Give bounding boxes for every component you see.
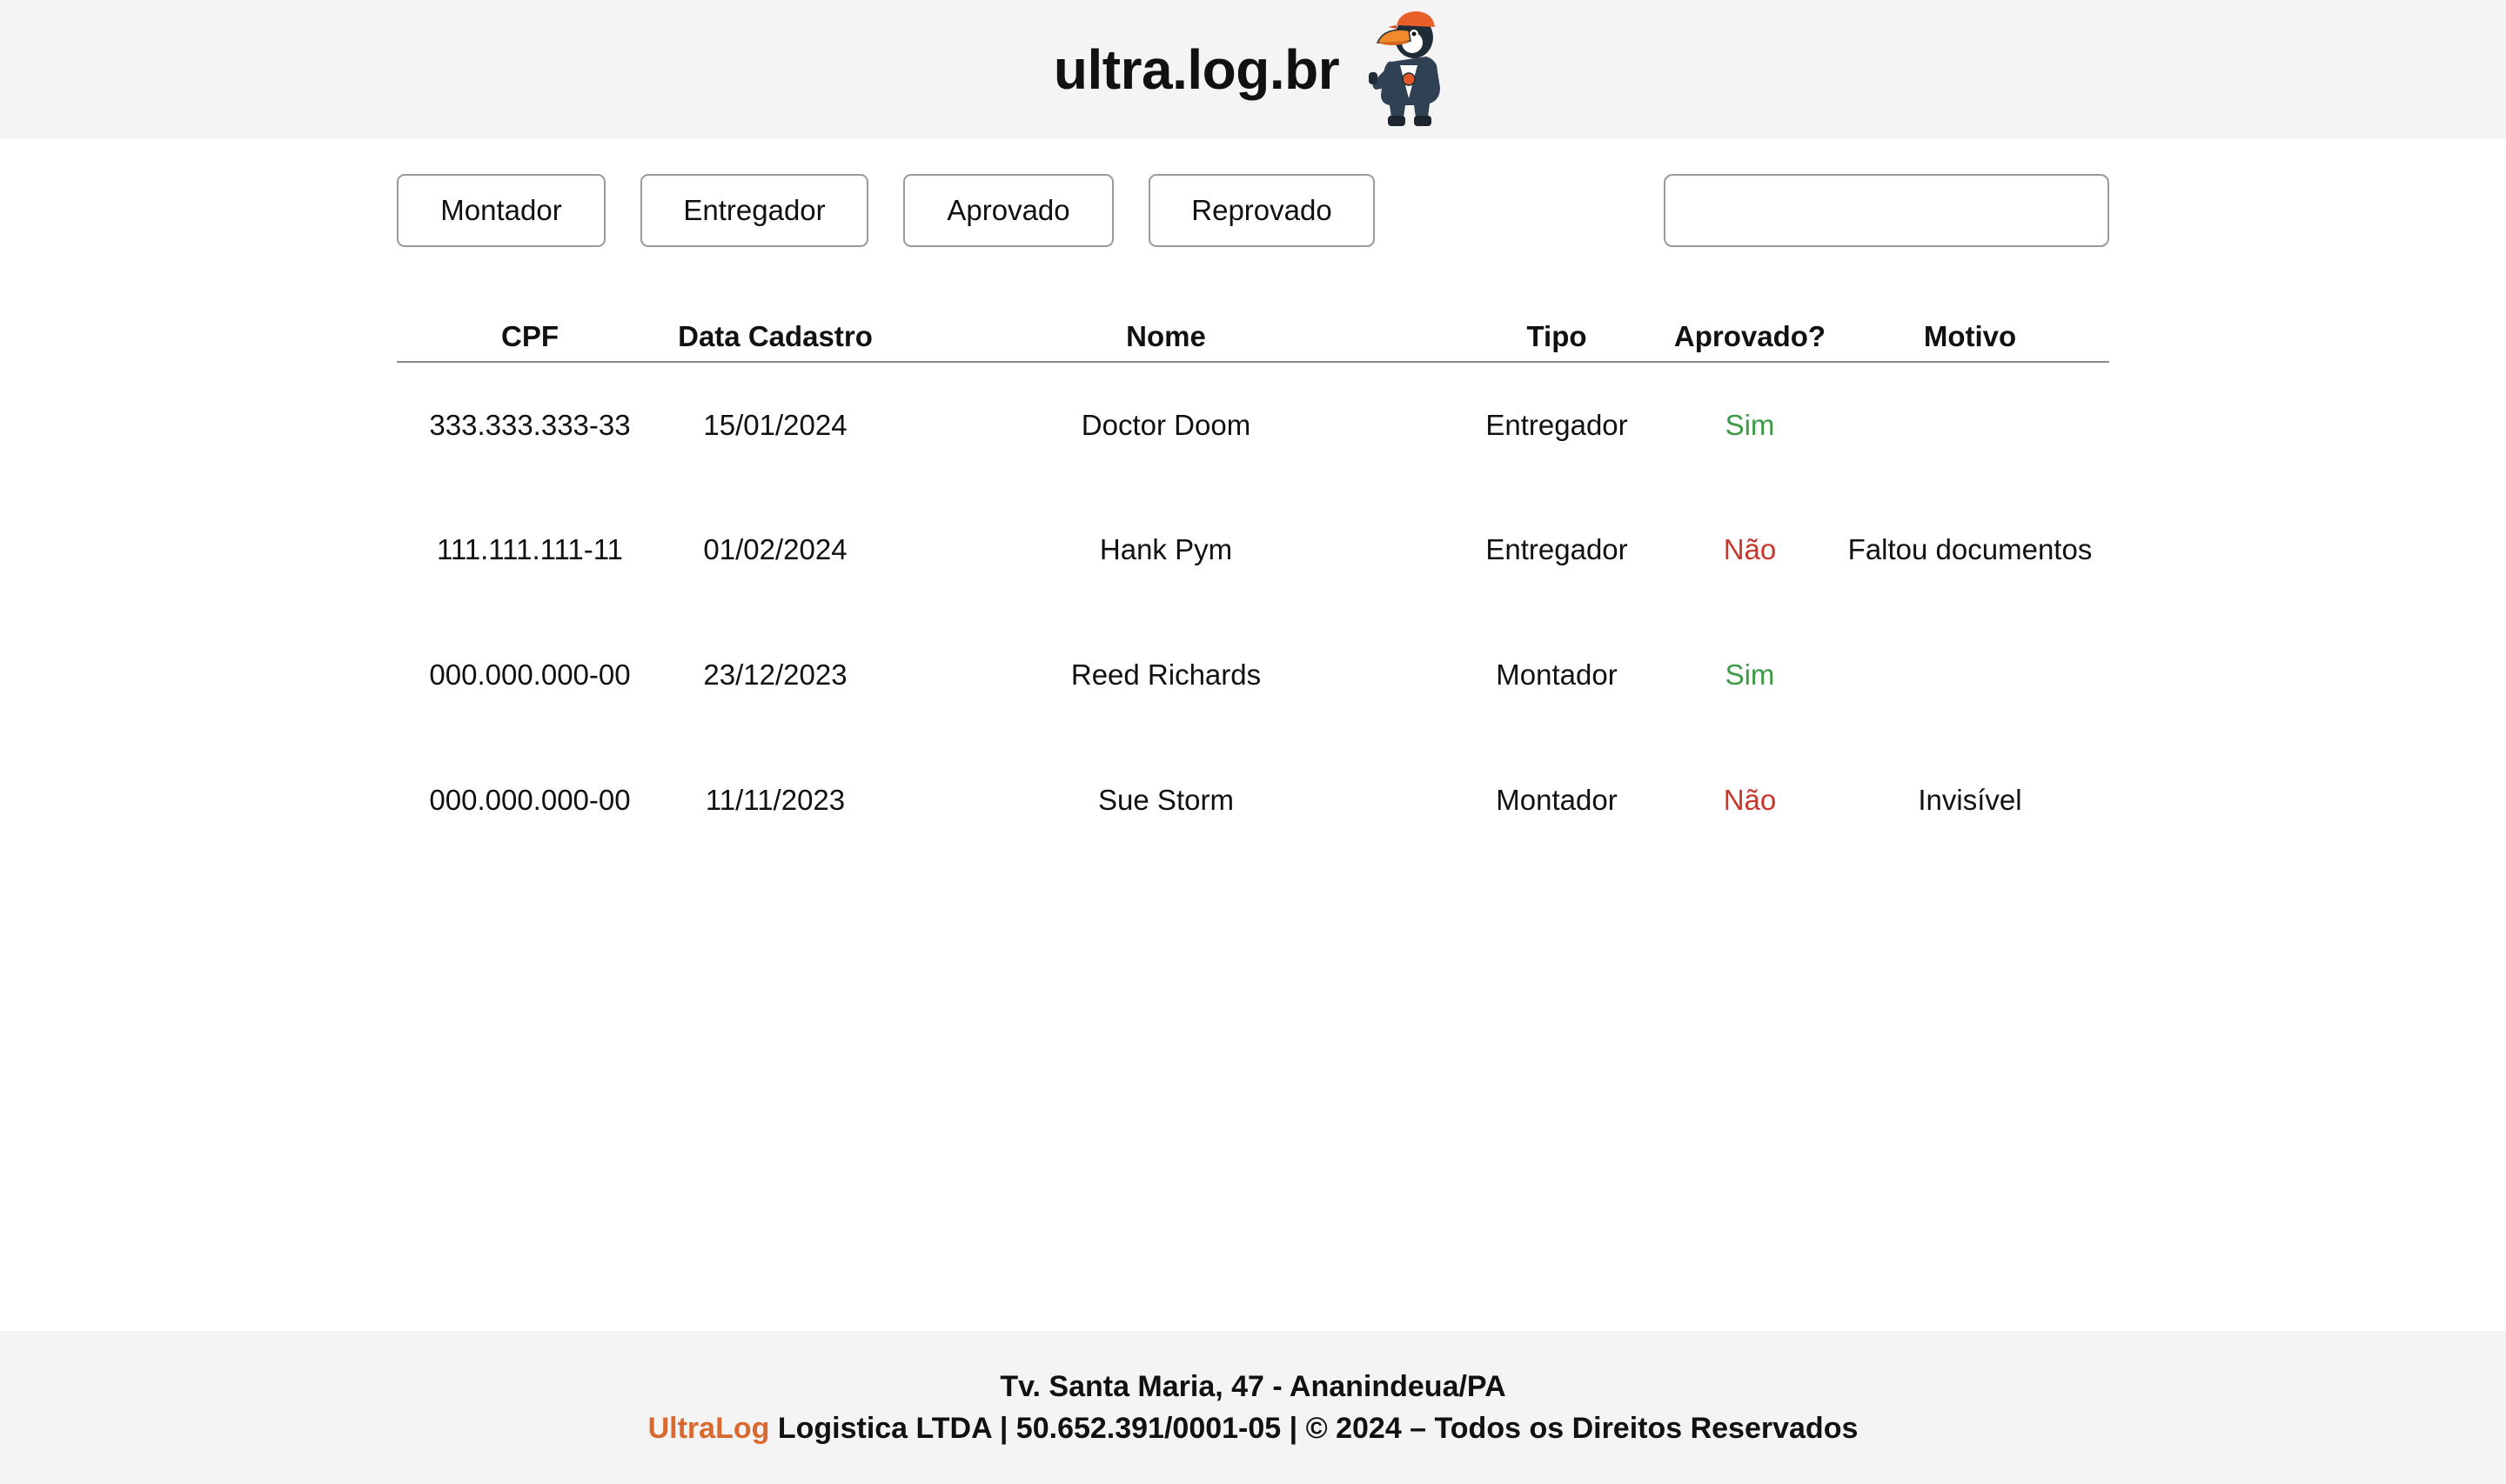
table-row[interactable]: 000.000.000-00 23/12/2023 Reed Richards …: [397, 612, 2109, 738]
footer-legal: Logistica LTDA | 50.652.391/0001-05 | © …: [777, 1412, 1859, 1445]
column-header-cpf[interactable]: CPF: [397, 313, 663, 363]
filter-montador-button[interactable]: Montador: [397, 174, 606, 247]
cell-tipo: Montador: [1496, 658, 1618, 691]
site-header: ultra.log.br: [0, 0, 2506, 139]
cell-data-cadastro: 01/02/2024: [703, 533, 848, 565]
cell-nome: Sue Storm: [1098, 784, 1234, 816]
column-header-nome[interactable]: Nome: [888, 313, 1444, 363]
column-header-aprovado[interactable]: Aprovado?: [1669, 313, 1831, 363]
cell-motivo: [1831, 612, 2109, 738]
table-row[interactable]: 333.333.333-33 15/01/2024 Doctor Doom En…: [397, 362, 2109, 487]
cell-data-cadastro: 11/11/2023: [705, 784, 846, 816]
column-header-tipo[interactable]: Tipo: [1444, 313, 1669, 363]
brand[interactable]: ultra.log.br: [1054, 8, 1452, 131]
filter-entregador-button[interactable]: Entregador: [640, 174, 868, 247]
cell-motivo: Invisível: [1918, 784, 2022, 816]
cell-data-cadastro: 15/01/2024: [703, 408, 848, 441]
cell-aprovado: Não: [1723, 784, 1777, 816]
cell-tipo: Montador: [1496, 784, 1618, 816]
footer-address: Tv. Santa Maria, 47 - Ananindeua/PA: [1000, 1370, 1506, 1403]
cell-motivo: [1831, 362, 2109, 487]
cell-aprovado: Sim: [1725, 408, 1775, 441]
cell-tipo: Entregador: [1485, 408, 1628, 441]
table-row[interactable]: 000.000.000-00 11/11/2023 Sue Storm Mont…: [397, 738, 2109, 863]
column-header-data-cadastro[interactable]: Data Cadastro: [663, 313, 888, 363]
footer-brand: UltraLog: [647, 1412, 770, 1445]
table-row[interactable]: 111.111.111-11 01/02/2024 Hank Pym Entre…: [397, 487, 2109, 612]
cell-motivo: Faltou documentos: [1847, 533, 2093, 565]
cell-cpf: 111.111.111-11: [436, 533, 624, 565]
footer-legal-line: UltraLog Logistica LTDA | 50.652.391/000…: [648, 1407, 1859, 1449]
cell-aprovado: Não: [1723, 533, 1777, 565]
filter-reprovado-button[interactable]: Reprovado: [1149, 174, 1375, 247]
cell-data-cadastro: 23/12/2023: [703, 658, 848, 691]
filter-toolbar: Montador Entregador Aprovado Reprovado: [397, 174, 2109, 247]
column-header-motivo[interactable]: Motivo: [1831, 313, 2109, 363]
site-title[interactable]: ultra.log.br: [1054, 37, 1340, 102]
cell-cpf: 333.333.333-33: [429, 408, 631, 441]
cell-cpf: 000.000.000-00: [429, 784, 631, 816]
cell-nome: Reed Richards: [1070, 658, 1262, 691]
cell-tipo: Entregador: [1485, 533, 1628, 565]
cell-cpf: 000.000.000-00: [429, 658, 631, 691]
search-input[interactable]: [1664, 174, 2109, 247]
site-footer: Tv. Santa Maria, 47 - Ananindeua/PA Ultr…: [0, 1331, 2506, 1484]
cell-nome: Doctor Doom: [1081, 408, 1251, 441]
cell-nome: Hank Pym: [1099, 533, 1233, 565]
toucan-mascot-icon: [1369, 11, 1441, 126]
cell-aprovado: Sim: [1725, 658, 1775, 691]
filter-aprovado-button[interactable]: Aprovado: [903, 174, 1114, 247]
table-header-row: CPF Data Cadastro Nome Tipo Aprovado? Mo…: [397, 313, 2109, 363]
registrations-table: CPF Data Cadastro Nome Tipo Aprovado? Mo…: [397, 313, 2109, 863]
